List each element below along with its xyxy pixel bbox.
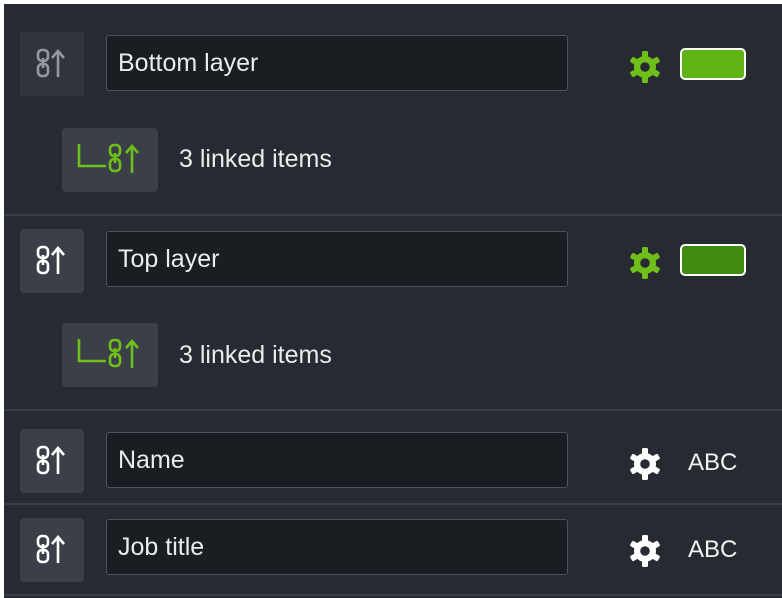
field-name-input[interactable]: Job title bbox=[106, 519, 568, 575]
layer-group-bottom: Bottom layer 3 linked items bbox=[4, 4, 782, 216]
link-toggle-button[interactable] bbox=[20, 429, 84, 493]
layer-group-top: Top layer 3 linked items bbox=[4, 216, 782, 412]
link-toggle-button[interactable] bbox=[20, 32, 84, 96]
gear-icon[interactable] bbox=[628, 447, 662, 481]
gear-icon[interactable] bbox=[628, 534, 662, 568]
gear-icon[interactable] bbox=[628, 50, 662, 84]
text-field-row-name: Name ABC bbox=[4, 411, 782, 503]
field-name-input[interactable]: Name bbox=[106, 432, 568, 488]
link-up-icon bbox=[36, 445, 65, 475]
link-up-icon bbox=[36, 534, 65, 564]
linked-items-button[interactable] bbox=[62, 128, 158, 192]
link-up-icon bbox=[36, 48, 65, 78]
layer-name-field[interactable]: Bottom layer bbox=[106, 35, 568, 91]
linked-branch-icon bbox=[77, 338, 139, 368]
link-up-icon bbox=[36, 245, 65, 275]
gear-icon[interactable] bbox=[628, 246, 662, 280]
field-type-label: ABC bbox=[688, 536, 738, 563]
link-toggle-button[interactable] bbox=[20, 518, 84, 582]
layer-name-field[interactable]: Top layer bbox=[106, 231, 568, 287]
field-type-label: ABC bbox=[688, 449, 738, 476]
divider bbox=[4, 594, 782, 596]
color-swatch[interactable] bbox=[680, 48, 746, 80]
replaceable-media-panel: Bottom layer 3 linked items Top layer 3 … bbox=[4, 4, 782, 598]
linked-items-label: 3 linked items bbox=[179, 145, 332, 173]
color-swatch[interactable] bbox=[680, 244, 746, 276]
text-field-row-job-title: Job title ABC bbox=[4, 505, 782, 598]
linked-items-label: 3 linked items bbox=[179, 341, 332, 369]
linked-items-button[interactable] bbox=[62, 323, 158, 387]
link-toggle-button[interactable] bbox=[20, 229, 84, 293]
linked-branch-icon bbox=[77, 143, 139, 173]
